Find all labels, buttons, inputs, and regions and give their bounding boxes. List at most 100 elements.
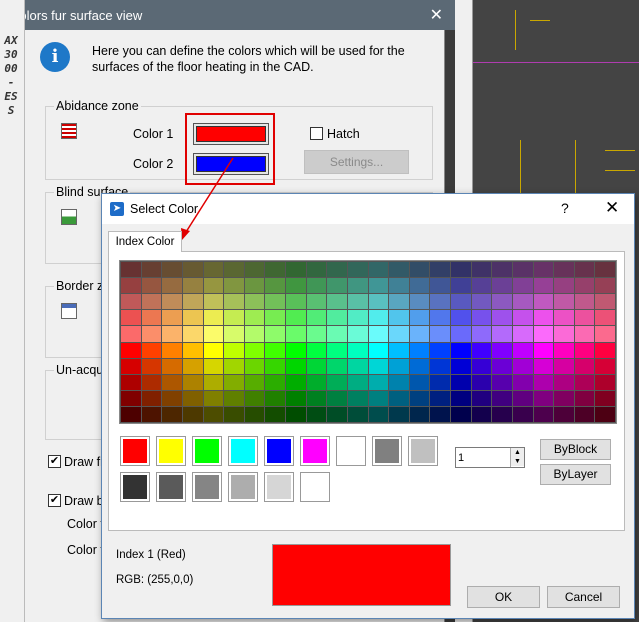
palette-cell[interactable] bbox=[574, 406, 595, 422]
palette-cell[interactable] bbox=[389, 358, 409, 374]
palette-cell[interactable] bbox=[162, 294, 182, 310]
palette-cell[interactable] bbox=[512, 294, 533, 310]
color-index-input[interactable] bbox=[458, 450, 508, 465]
palette-cell[interactable] bbox=[492, 342, 512, 358]
palette-cell[interactable] bbox=[574, 278, 595, 294]
palette-cell[interactable] bbox=[306, 278, 327, 294]
palette-cell[interactable] bbox=[244, 326, 265, 342]
palette-cell[interactable] bbox=[512, 390, 533, 406]
palette-cell[interactable] bbox=[224, 310, 244, 326]
standard-color-swatch[interactable] bbox=[192, 436, 222, 466]
palette-cell[interactable] bbox=[347, 294, 368, 310]
palette-cell[interactable] bbox=[492, 358, 512, 374]
palette-cell[interactable] bbox=[451, 342, 471, 358]
palette-cell[interactable] bbox=[141, 326, 162, 342]
palette-cell[interactable] bbox=[389, 278, 409, 294]
palette-cell[interactable] bbox=[347, 326, 368, 342]
palette-cell[interactable] bbox=[554, 342, 574, 358]
palette-cell[interactable] bbox=[574, 326, 595, 342]
draw-fi-checkbox[interactable]: ✔ bbox=[48, 455, 61, 468]
palette-cell[interactable] bbox=[306, 390, 327, 406]
palette-cell[interactable] bbox=[471, 342, 492, 358]
palette-cell[interactable] bbox=[368, 374, 389, 390]
palette-cell[interactable] bbox=[451, 262, 471, 278]
palette-cell[interactable] bbox=[224, 342, 244, 358]
palette-cell[interactable] bbox=[554, 358, 574, 374]
palette-cell[interactable] bbox=[347, 374, 368, 390]
palette-cell[interactable] bbox=[327, 406, 347, 422]
palette-cell[interactable] bbox=[595, 374, 615, 390]
palette-cell[interactable] bbox=[182, 342, 203, 358]
palette-cell[interactable] bbox=[533, 326, 554, 342]
palette-cell[interactable] bbox=[224, 262, 244, 278]
draw-b-checkbox[interactable]: ✔ bbox=[48, 494, 61, 507]
palette-cell[interactable] bbox=[141, 342, 162, 358]
palette-cell[interactable] bbox=[574, 358, 595, 374]
palette-cell[interactable] bbox=[203, 262, 224, 278]
palette-cell[interactable] bbox=[141, 374, 162, 390]
palette-cell[interactable] bbox=[327, 278, 347, 294]
palette-cell[interactable] bbox=[141, 310, 162, 326]
palette-cell[interactable] bbox=[203, 374, 224, 390]
palette-cell[interactable] bbox=[430, 374, 450, 390]
palette-cell[interactable] bbox=[244, 342, 265, 358]
palette-cell[interactable] bbox=[409, 390, 430, 406]
palette-cell[interactable] bbox=[327, 310, 347, 326]
palette-cell[interactable] bbox=[368, 406, 389, 422]
palette-cell[interactable] bbox=[121, 358, 141, 374]
standard-color-swatch[interactable] bbox=[228, 436, 258, 466]
palette-cell[interactable] bbox=[430, 278, 450, 294]
palette-cell[interactable] bbox=[286, 358, 306, 374]
standard-color-swatch[interactable] bbox=[300, 436, 330, 466]
palette-cell[interactable] bbox=[471, 406, 492, 422]
palette-cell[interactable] bbox=[265, 342, 285, 358]
palette-cell[interactable] bbox=[554, 406, 574, 422]
palette-cell[interactable] bbox=[430, 294, 450, 310]
palette-cell[interactable] bbox=[574, 390, 595, 406]
palette-cell[interactable] bbox=[162, 278, 182, 294]
palette-cell[interactable] bbox=[265, 374, 285, 390]
palette-cell[interactable] bbox=[286, 326, 306, 342]
palette-cell[interactable] bbox=[286, 406, 306, 422]
tab-index-color[interactable]: Index Color bbox=[108, 231, 182, 252]
ok-button[interactable]: OK bbox=[467, 586, 540, 608]
palette-cell[interactable] bbox=[244, 390, 265, 406]
palette-cell[interactable] bbox=[141, 390, 162, 406]
palette-cell[interactable] bbox=[451, 406, 471, 422]
palette-cell[interactable] bbox=[121, 342, 141, 358]
standard-color-swatch[interactable] bbox=[156, 436, 186, 466]
palette-cell[interactable] bbox=[121, 374, 141, 390]
standard-color-swatch[interactable] bbox=[120, 436, 150, 466]
palette-cell[interactable] bbox=[512, 374, 533, 390]
palette-cell[interactable] bbox=[347, 310, 368, 326]
palette-cell[interactable] bbox=[533, 406, 554, 422]
palette-cell[interactable] bbox=[141, 278, 162, 294]
palette-cell[interactable] bbox=[512, 310, 533, 326]
palette-cell[interactable] bbox=[265, 310, 285, 326]
palette-cell[interactable] bbox=[265, 358, 285, 374]
standard-color-swatch[interactable] bbox=[336, 436, 366, 466]
byblock-button[interactable]: ByBlock bbox=[540, 439, 611, 460]
standard-color-swatch[interactable] bbox=[156, 472, 186, 502]
palette-cell[interactable] bbox=[203, 342, 224, 358]
palette-cell[interactable] bbox=[203, 326, 224, 342]
palette-cell[interactable] bbox=[409, 310, 430, 326]
palette-cell[interactable] bbox=[389, 262, 409, 278]
palette-cell[interactable] bbox=[244, 262, 265, 278]
palette-cell[interactable] bbox=[451, 294, 471, 310]
palette-cell[interactable] bbox=[121, 326, 141, 342]
palette-cell[interactable] bbox=[533, 262, 554, 278]
palette-cell[interactable] bbox=[306, 310, 327, 326]
palette-cell[interactable] bbox=[471, 310, 492, 326]
palette-cell[interactable] bbox=[306, 342, 327, 358]
palette-cell[interactable] bbox=[368, 358, 389, 374]
palette-cell[interactable] bbox=[389, 342, 409, 358]
palette-cell[interactable] bbox=[224, 374, 244, 390]
palette-cell[interactable] bbox=[347, 406, 368, 422]
standard-color-swatch[interactable] bbox=[264, 472, 294, 502]
palette-cell[interactable] bbox=[121, 294, 141, 310]
palette-cell[interactable] bbox=[306, 262, 327, 278]
palette-cell[interactable] bbox=[430, 262, 450, 278]
palette-cell[interactable] bbox=[554, 294, 574, 310]
palette-cell[interactable] bbox=[430, 358, 450, 374]
